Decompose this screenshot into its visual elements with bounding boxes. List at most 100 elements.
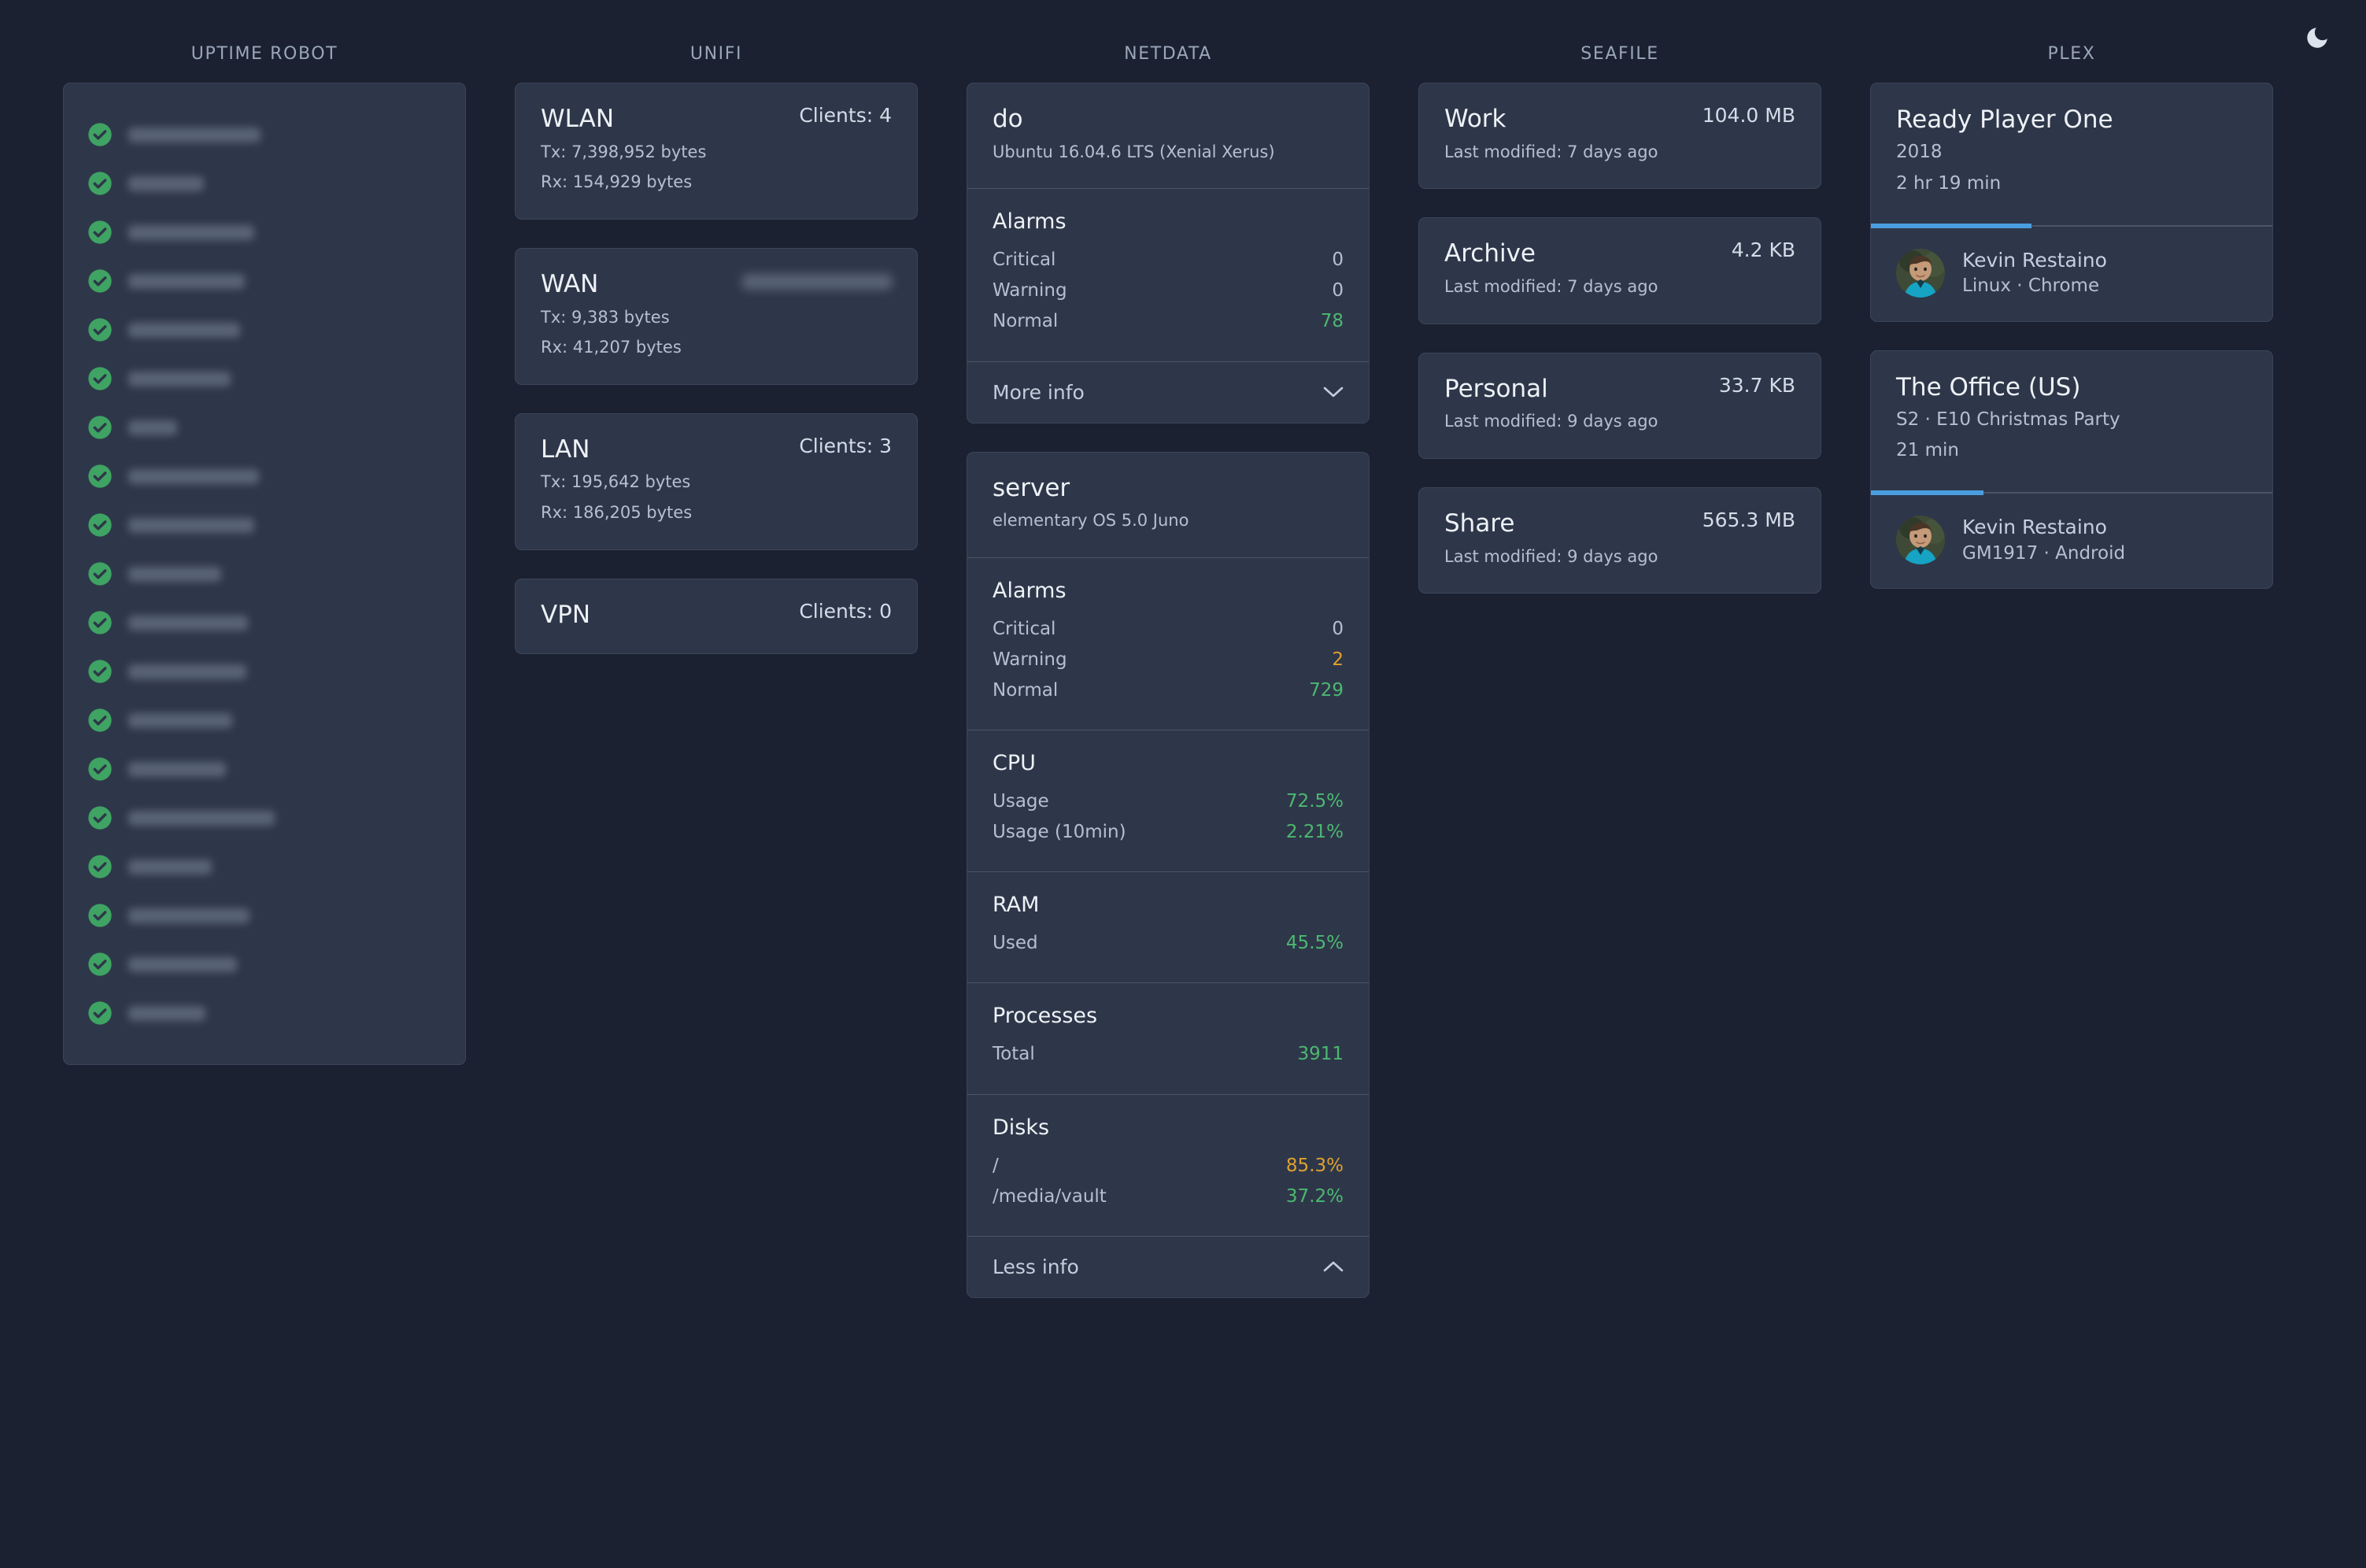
seafile-last-modified: Last modified: 9 days ago (1444, 546, 1658, 566)
netdata-stat-label: Critical (993, 618, 1056, 639)
netdata-host-card: server elementary OS 5.0 Juno Alarms Critic… (967, 451, 1370, 1298)
uptime-monitor-row[interactable] (64, 549, 465, 598)
uptime-monitor-row[interactable] (64, 745, 465, 793)
netdata-toggle-details[interactable]: More info (967, 361, 1369, 423)
unifi-rx-bytes: Rx: 41,207 bytes (541, 338, 682, 357)
unifi-network-card[interactable]: VPN Clients: 0 (515, 578, 918, 655)
uptime-monitor-row[interactable] (64, 696, 465, 745)
uptime-monitor-row[interactable] (64, 208, 465, 257)
seafile-library-name: Work (1444, 105, 1506, 133)
uptime-monitor-row[interactable] (64, 940, 465, 989)
redacted-value (742, 273, 892, 290)
seafile-library-name: Personal (1444, 374, 1548, 403)
dark-mode-toggle[interactable] (2297, 17, 2338, 58)
plex-user-device: GM1917 · Android (1962, 542, 2126, 564)
uptime-monitor-row[interactable] (64, 598, 465, 647)
netdata-stat-row: Normal 78 (993, 306, 1344, 337)
uptime-monitor-name (128, 273, 245, 289)
seafile-library-card[interactable]: Share 565.3 MB Last modified: 9 days ago (1418, 486, 1821, 594)
avatar (1896, 516, 1945, 565)
netdata-stat-row: Usage (10min) 2.21% (993, 817, 1344, 848)
check-circle-icon (87, 122, 113, 147)
redacted-value (128, 811, 275, 826)
uptime-monitor-row[interactable] (64, 842, 465, 891)
seafile-library-size: 565.3 MB (1702, 508, 1795, 531)
redacted-value (128, 518, 254, 533)
seafile-library-card[interactable]: Work 104.0 MB Last modified: 7 days ago (1418, 83, 1821, 190)
uptime-monitor-row[interactable] (64, 647, 465, 696)
column-title: NETDATA (1124, 44, 1212, 64)
redacted-value (128, 616, 248, 631)
uptime-monitor-name (128, 224, 254, 240)
check-circle-icon (87, 952, 113, 977)
check-circle-icon (87, 903, 113, 928)
uptime-monitor-name (128, 956, 237, 972)
netdata-stat-label: Usage (10min) (993, 822, 1126, 843)
uptime-monitor-row[interactable] (64, 452, 465, 501)
plex-media-subtitle: 2018 (1896, 142, 1943, 163)
seafile-library-name: Archive (1444, 239, 1536, 268)
seafile-library-size: 33.7 KB (1718, 373, 1795, 397)
netdata-stat-label: Normal (993, 311, 1059, 332)
netdata-stat-label: Used (993, 933, 1038, 954)
uptime-monitor-name (128, 420, 177, 435)
unifi-tx-bytes: Tx: 7,398,952 bytes (541, 142, 707, 161)
plex-progress-bar (1871, 490, 2272, 496)
uptime-monitor-row[interactable] (64, 793, 465, 842)
check-circle-icon (87, 317, 113, 342)
plex-progress-fill (1871, 223, 2031, 228)
netdata-stat-label: Total (993, 1044, 1035, 1065)
netdata-section: RAM Used 45.5% (967, 871, 1369, 982)
plex-session-card[interactable]: The Office (US) S2 · E10 Christmas Party 2… (1870, 349, 2273, 590)
netdata-section-heading: RAM (993, 893, 1040, 918)
unifi-rx-bytes: Rx: 186,205 bytes (541, 502, 693, 522)
uptime-monitor-row[interactable] (64, 110, 465, 159)
uptime-monitor-row[interactable] (64, 354, 465, 403)
netdata-section: Alarms Critical 0 Warning 2 Normal 729 (967, 557, 1369, 730)
avatar (1896, 248, 1945, 298)
unifi-network-card[interactable]: WLAN Clients: 4 Tx: 7,398,952 bytes Rx: 154… (515, 83, 918, 220)
seafile-library-card[interactable]: Personal 33.7 KB Last modified: 9 days ago (1418, 352, 1821, 459)
netdata-stat-label: Normal (993, 680, 1059, 701)
netdata-stat-label: Critical (993, 250, 1056, 271)
redacted-value (128, 908, 250, 923)
netdata-stat-value: 85.3% (1285, 1155, 1344, 1176)
unifi-tx-bytes: Tx: 195,642 bytes (541, 472, 691, 492)
uptime-monitor-row[interactable] (64, 403, 465, 452)
uptime-monitor-row[interactable] (64, 501, 465, 549)
dashboard-root: UPTIME ROBOT UNIFI WLAN Clients: 4 Tx: 7,398… (0, 0, 2366, 1568)
unifi-network-card[interactable]: LAN Clients: 3 Tx: 195,642 bytes Rx: 186,20… (515, 412, 918, 550)
netdata-host-os: elementary OS 5.0 Juno (993, 511, 1189, 531)
netdata-stat-label: Warning (993, 649, 1067, 670)
uptime-monitor-row[interactable] (64, 257, 465, 305)
check-circle-icon (87, 610, 113, 635)
unifi-rx-bytes: Rx: 154,929 bytes (541, 172, 693, 192)
uptime-monitor-row[interactable] (64, 891, 465, 940)
uptime-monitor-row[interactable] (64, 989, 465, 1037)
moon-icon (2304, 24, 2331, 51)
netdata-toggle-details[interactable]: Less info (967, 1235, 1369, 1297)
uptime-monitor-row[interactable] (64, 159, 465, 208)
uptime-monitor-name (128, 615, 248, 631)
unifi-client-count: Clients: 4 (799, 104, 892, 127)
netdata-stat-value: 2.21% (1285, 822, 1344, 843)
check-circle-icon (87, 561, 113, 586)
plex-session-card[interactable]: Ready Player One 2018 2 hr 19 min Kevin Res… (1870, 83, 2273, 322)
check-circle-icon (87, 1000, 113, 1026)
netdata-stat-value: 0 (1332, 280, 1344, 301)
check-circle-icon (87, 268, 113, 294)
seafile-library-card[interactable]: Archive 4.2 KB Last modified: 7 days ago (1418, 217, 1821, 324)
check-circle-icon (87, 512, 113, 538)
redacted-value (128, 225, 254, 240)
seafile-last-modified: Last modified: 7 days ago (1444, 142, 1658, 161)
uptime-monitor-row[interactable] (64, 305, 465, 354)
netdata-stat-label: Usage (993, 791, 1049, 812)
netdata-section-heading: Alarms (993, 209, 1067, 235)
plex-progress-fill (1871, 490, 1983, 496)
dashboard-columns: UPTIME ROBOT UNIFI WLAN Clients: 4 Tx: 7,398… (0, 0, 2366, 1298)
seafile-library-size: 4.2 KB (1731, 239, 1795, 262)
redacted-value (128, 567, 221, 582)
netdata-stat-row: Critical 0 (993, 245, 1344, 276)
unifi-network-name: VPN (541, 600, 591, 629)
unifi-network-card[interactable]: WAN Tx: 9,383 bytes Rx: 41,207 bytes (515, 247, 918, 385)
